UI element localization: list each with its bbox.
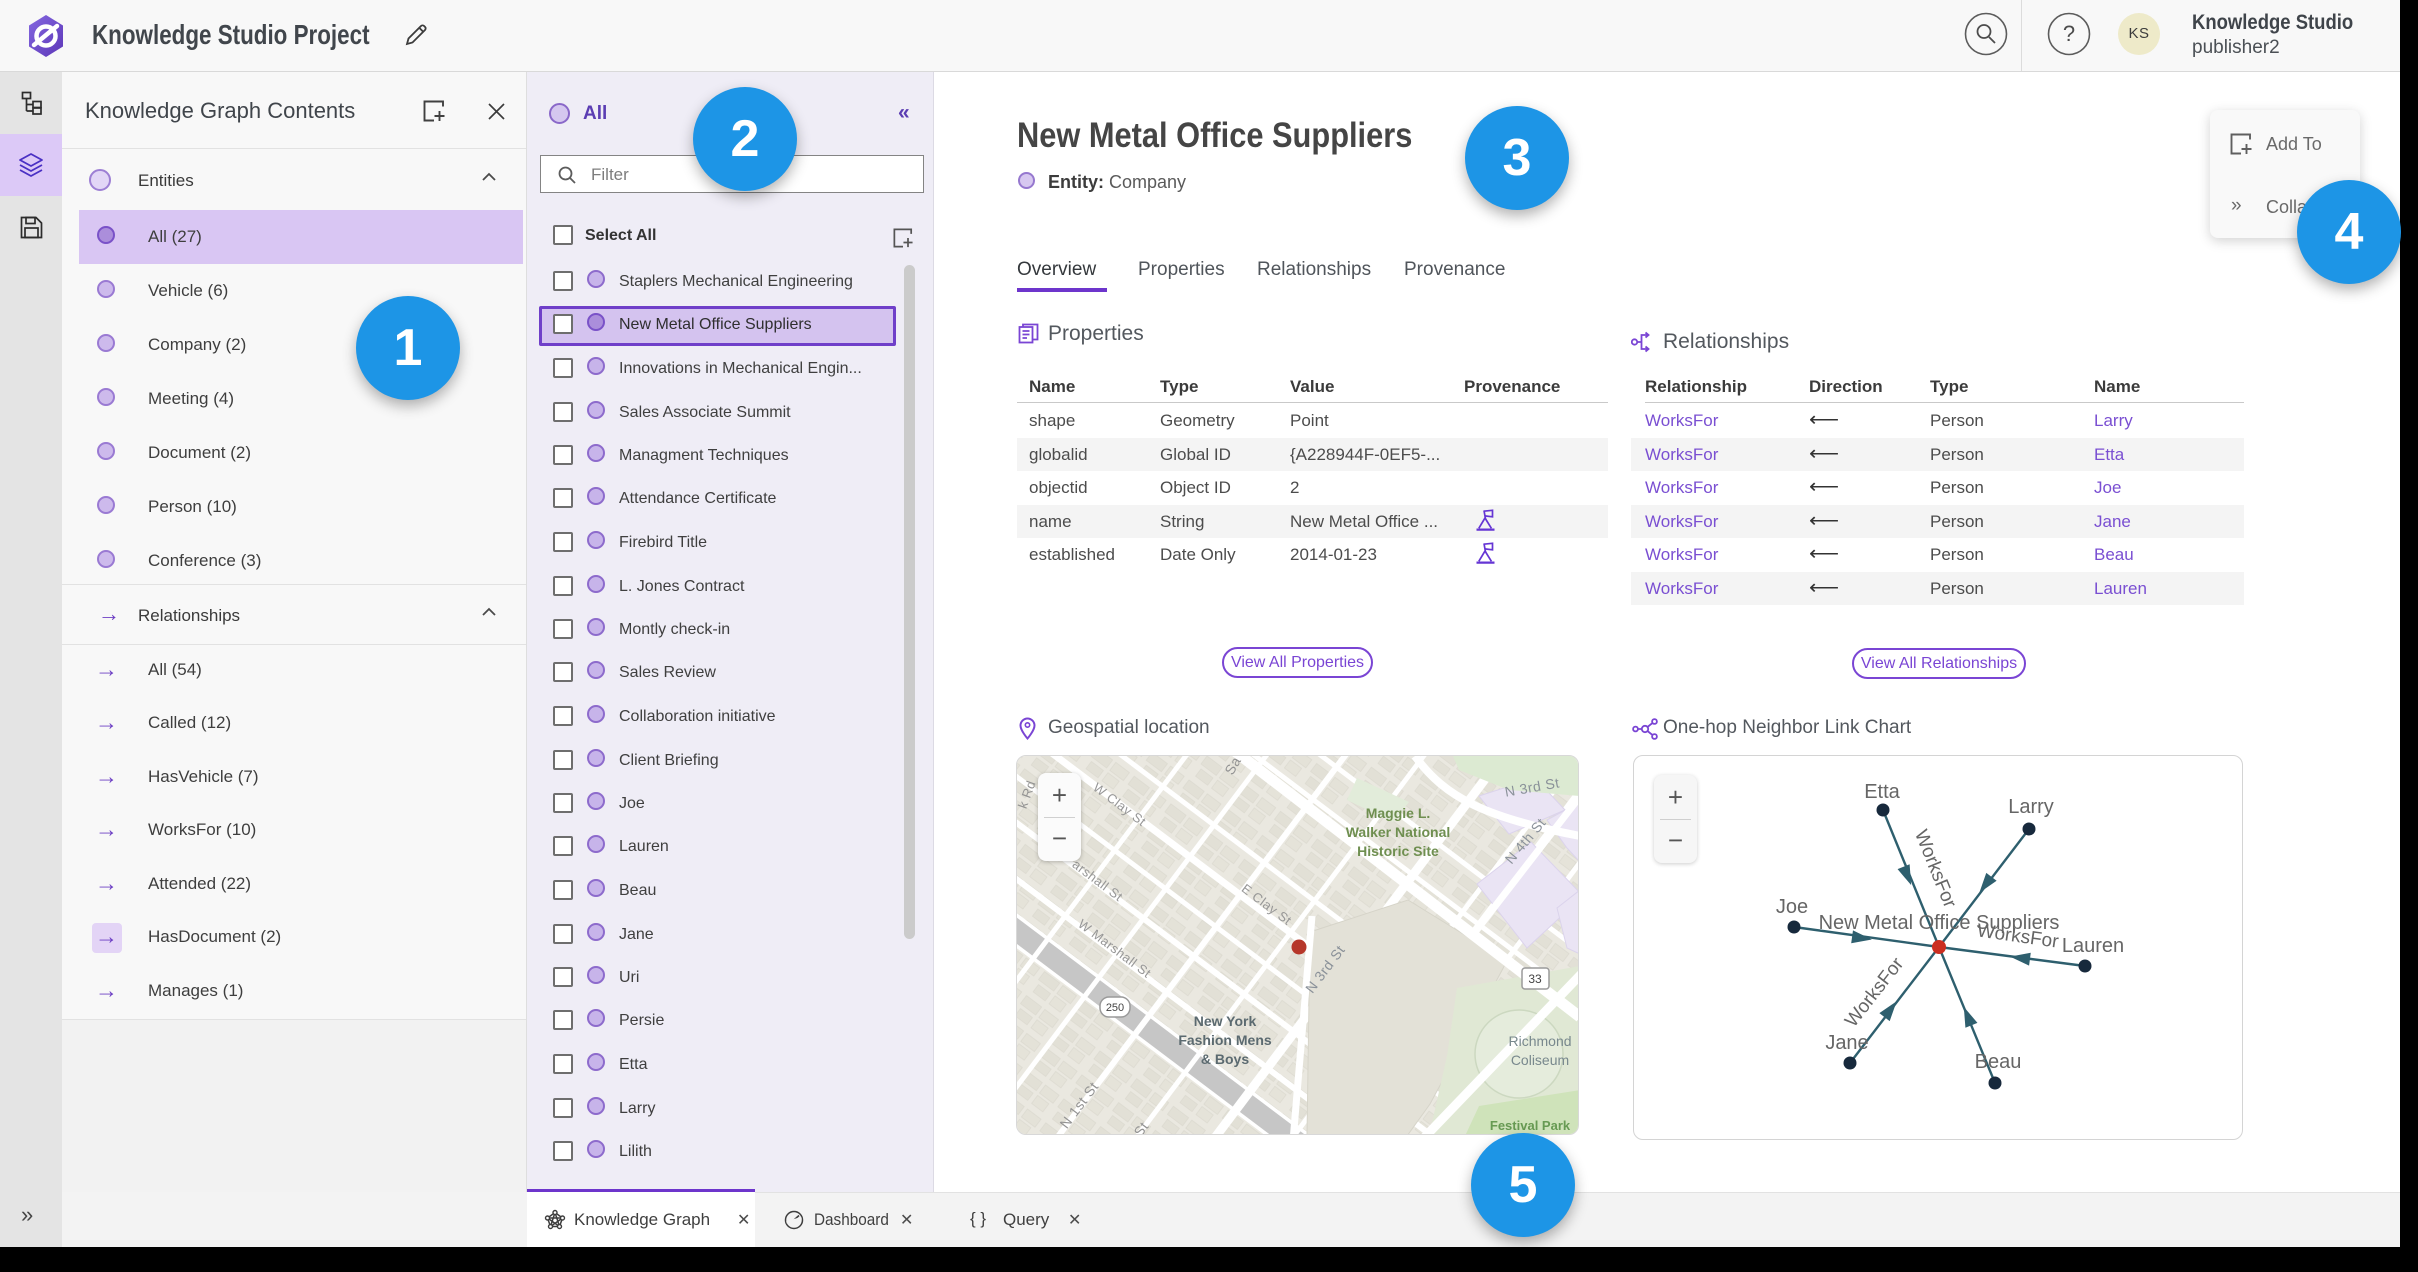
svg-text:& Boys: & Boys xyxy=(1201,1051,1249,1067)
svg-text:?: ? xyxy=(2063,21,2075,46)
svg-text:Fashion Mens: Fashion Mens xyxy=(1178,1032,1272,1048)
svg-text:Lauren: Lauren xyxy=(2062,935,2124,957)
svg-text:Beau: Beau xyxy=(1975,1051,2022,1073)
svg-text:WorksFor: WorksFor xyxy=(1910,827,1960,912)
svg-text:Walker National: Walker National xyxy=(1346,824,1451,840)
svg-text:Festival Park: Festival Park xyxy=(1490,1118,1571,1133)
svg-text:WorksFor: WorksFor xyxy=(1841,953,1908,1031)
svg-text:New York: New York xyxy=(1194,1013,1257,1029)
svg-text:Joe: Joe xyxy=(1776,896,1808,918)
svg-text:Richmond: Richmond xyxy=(1508,1033,1571,1049)
svg-text:Historic Site: Historic Site xyxy=(1357,843,1439,859)
svg-text:Etta: Etta xyxy=(1864,781,1900,803)
svg-text:Larry: Larry xyxy=(2008,796,2054,818)
svg-text:250: 250 xyxy=(1106,1002,1124,1014)
svg-text:33: 33 xyxy=(1528,972,1542,986)
svg-text:Jane: Jane xyxy=(1825,1032,1868,1054)
svg-text:Coliseum: Coliseum xyxy=(1511,1052,1569,1068)
svg-text:Maggie L.: Maggie L. xyxy=(1366,805,1431,821)
